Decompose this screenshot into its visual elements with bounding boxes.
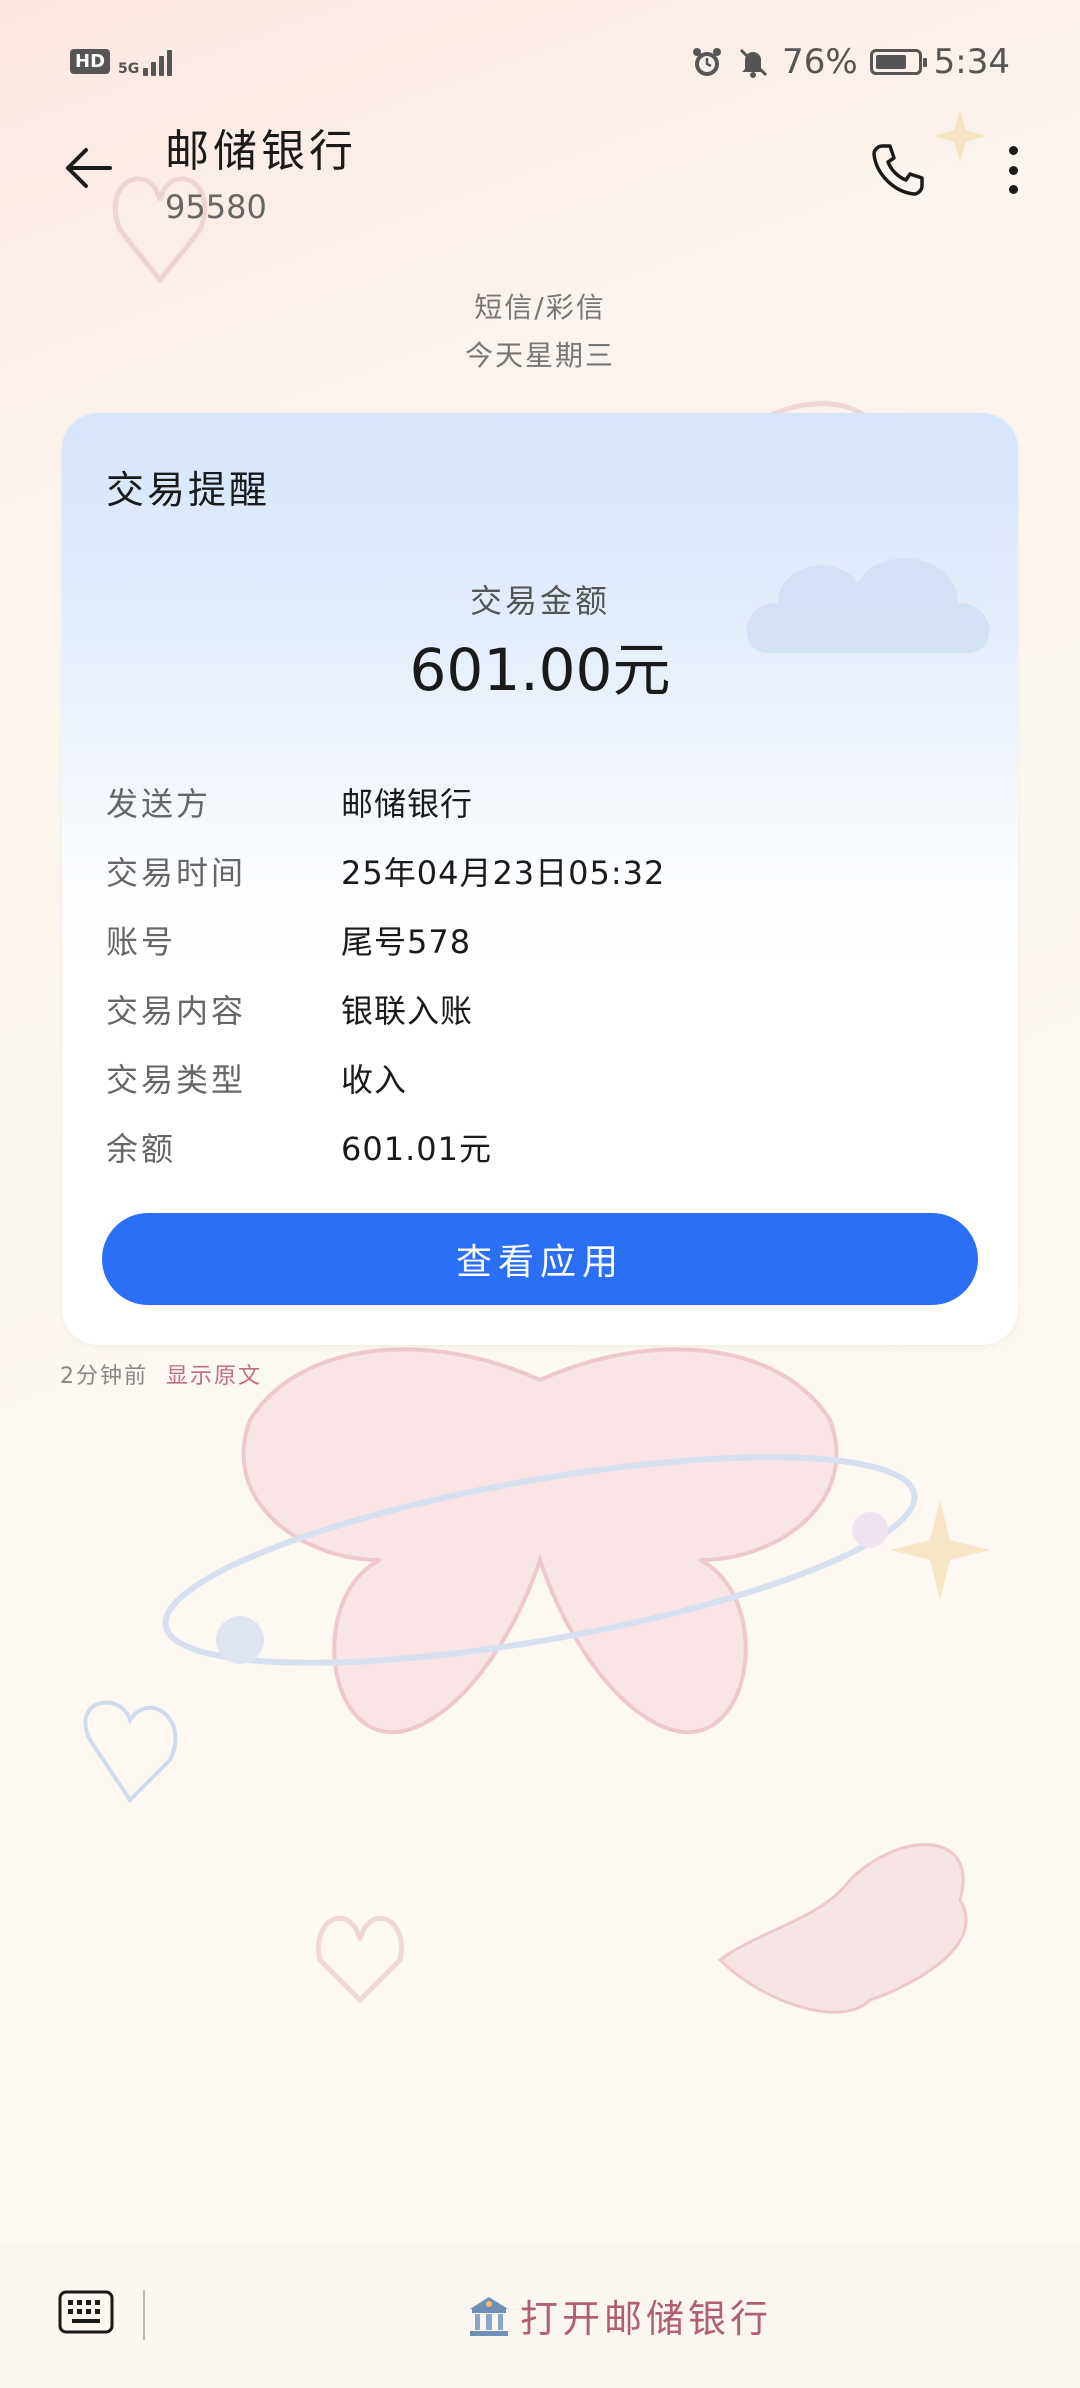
detail-key: 交易内容 — [106, 991, 247, 1030]
amount-value: 601.00元 — [409, 636, 671, 704]
detail-key: 交易类型 — [106, 1060, 247, 1099]
detail-row-balance: 余额 601.01元 — [106, 1112, 976, 1181]
message-type-label: 短信/彩信 — [474, 291, 606, 324]
message-time-ago: 2分钟前 — [60, 1364, 148, 1389]
bank-icon — [470, 2296, 508, 2336]
detail-value: 收入 — [341, 1060, 408, 1099]
detail-key: 发送方 — [106, 784, 212, 823]
hd-badge: HD — [70, 48, 111, 74]
amount-label: 交易金额 — [469, 582, 610, 620]
signal-indicator: 5G — [118, 46, 173, 77]
show-original-link[interactable]: 显示原文 — [166, 1358, 262, 1390]
alarm-icon — [693, 48, 722, 76]
mute-bell-icon — [740, 48, 768, 78]
transaction-card: 交易提醒 交易金额 601.00元 发送方 邮储银行 交易时间 25年04月23… — [62, 413, 1018, 1345]
keyboard-icon[interactable] — [58, 2290, 114, 2334]
battery-fill — [875, 55, 907, 69]
detail-row-type: 交易类型 收入 — [106, 1043, 976, 1112]
battery-percent: 76% — [782, 42, 858, 82]
detail-value: 25年04月23日05:32 — [341, 853, 666, 892]
detail-row-sender: 发送方 邮储银行 — [106, 767, 976, 836]
open-bank-app-label: 打开邮储银行 — [520, 2297, 773, 2341]
battery-icon — [869, 49, 927, 75]
network-label: 5G — [118, 61, 140, 77]
detail-value: 银联入账 — [341, 991, 474, 1030]
detail-list: 发送方 邮储银行 交易时间 25年04月23日05:32 账号 尾号578 交易… — [106, 767, 976, 1181]
signal-bars-icon — [143, 46, 173, 76]
view-app-button[interactable]: 查看应用 — [102, 1213, 978, 1305]
detail-key: 交易时间 — [106, 853, 247, 892]
conversation-title: 邮储银行 — [165, 126, 357, 177]
detail-value: 邮储银行 — [341, 784, 474, 823]
clock: 5:34 — [933, 42, 1010, 82]
status-left: HD 5G — [70, 46, 173, 77]
detail-key: 余额 — [106, 1129, 177, 1168]
date-separator: 今天星期三 — [464, 339, 615, 372]
back-arrow-icon[interactable] — [60, 138, 120, 198]
detail-key: 账号 — [106, 922, 177, 961]
detail-row-content: 交易内容 银联入账 — [106, 974, 976, 1043]
detail-row-time: 交易时间 25年04月23日05:32 — [106, 836, 976, 905]
card-title: 交易提醒 — [106, 468, 271, 512]
open-bank-app-button[interactable]: 打开邮储银行 — [466, 2288, 772, 2343]
sender-number: 95580 — [165, 188, 267, 226]
detail-value: 尾号578 — [341, 922, 472, 961]
more-options-icon[interactable] — [998, 140, 1028, 200]
detail-value: 601.01元 — [341, 1129, 492, 1168]
detail-row-account: 账号 尾号578 — [106, 905, 976, 974]
status-bar: HD 5G 76% 5:34 — [0, 0, 1080, 130]
divider — [143, 2290, 145, 2340]
status-right: 76% 5:34 — [690, 42, 1010, 82]
phone-call-icon[interactable] — [868, 140, 928, 200]
